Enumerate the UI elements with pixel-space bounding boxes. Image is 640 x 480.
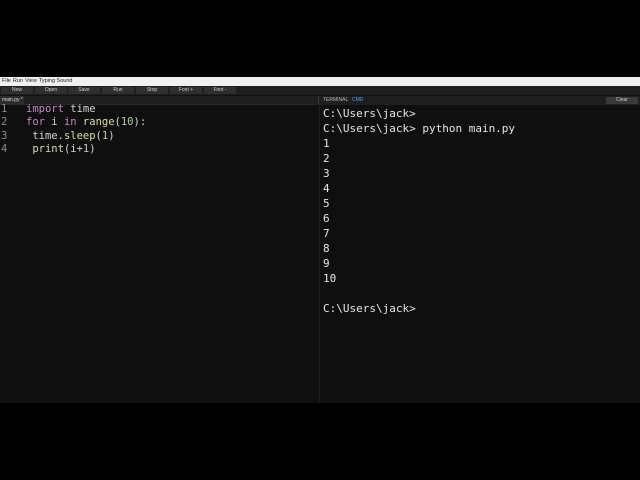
code-token: in xyxy=(63,116,77,128)
code-text: time.sleep(1) xyxy=(26,129,115,143)
code-token: ): xyxy=(133,116,147,128)
code-token: range xyxy=(82,116,115,128)
code-line: 4 print(i+1) xyxy=(0,142,318,156)
terminal-header: TERMINAL CMD Clear xyxy=(320,96,640,105)
line-number: 1 xyxy=(1,103,8,115)
terminal-line: 5 xyxy=(323,197,330,210)
menu-view[interactable]: View xyxy=(25,77,37,86)
menu-run[interactable]: Run xyxy=(13,77,23,86)
terminal-line: 4 xyxy=(323,182,330,195)
terminal-line: 6 xyxy=(323,212,330,225)
line-number: 4 xyxy=(1,143,8,155)
code-token: for xyxy=(26,116,45,128)
stop-button[interactable]: Stop xyxy=(136,87,168,94)
code-line: 3 time.sleep(1) xyxy=(0,129,318,143)
save-button[interactable]: Save xyxy=(68,87,100,94)
font-increase-button[interactable]: Font + xyxy=(170,87,202,94)
code-token: import xyxy=(26,103,64,115)
menu-typing-sound[interactable]: Typing Sound xyxy=(39,77,73,86)
terminal-line: C:\Users\jack> python main.py xyxy=(323,122,516,135)
code-token: sleep xyxy=(63,130,96,142)
terminal-output[interactable]: C:\Users\jack> C:\Users\jack> python mai… xyxy=(320,105,640,403)
editor-pane: main.py * 1 import time 2 for i in range… xyxy=(0,96,319,403)
code-text: print(i+1) xyxy=(26,142,96,156)
code-token: ) xyxy=(89,143,96,155)
terminal-line: 1 xyxy=(323,137,330,150)
font-decrease-button[interactable]: Font - xyxy=(204,87,236,94)
tab-terminal[interactable]: TERMINAL xyxy=(323,97,348,104)
code-line: 2 for i in range(10): xyxy=(0,115,318,129)
code-token: time xyxy=(63,103,96,115)
code-token: time. xyxy=(26,130,64,142)
code-token: i xyxy=(44,116,64,128)
code-editor-app: File Run View Typing Sound New Open Save… xyxy=(0,77,640,403)
toolbar: New Open Save Run Stop Font + Font - xyxy=(0,86,640,96)
terminal-line: 3 xyxy=(323,167,330,180)
code-text: for i in range(10): xyxy=(26,115,146,129)
code-token: ) xyxy=(108,130,115,142)
new-button[interactable]: New xyxy=(1,87,33,94)
terminal-line: 7 xyxy=(323,227,330,240)
terminal-line: 8 xyxy=(323,242,330,255)
terminal-line: 9 xyxy=(323,257,330,270)
tab-cmd[interactable]: CMD xyxy=(352,97,363,104)
run-button[interactable]: Run xyxy=(102,87,134,94)
code-line: 1 import time xyxy=(0,102,318,116)
terminal-pane: TERMINAL CMD Clear C:\Users\jack> C:\Use… xyxy=(320,96,640,403)
terminal-line: 10 xyxy=(323,272,337,285)
code-text: import time xyxy=(26,102,96,116)
open-button[interactable]: Open xyxy=(35,87,67,94)
menu-bar: File Run View Typing Sound xyxy=(0,77,640,86)
terminal-line: C:\Users\jack> xyxy=(323,107,416,120)
code-editor[interactable]: 1 import time 2 for i in range(10): 3 ti… xyxy=(0,102,319,403)
code-token: print xyxy=(32,143,64,155)
terminal-line: 2 xyxy=(323,152,330,165)
clear-button[interactable]: Clear xyxy=(606,97,638,104)
code-token: 10 xyxy=(120,116,134,128)
terminal-line: C:\Users\jack> xyxy=(323,302,416,315)
code-token: (i+ xyxy=(63,143,83,155)
line-number: 3 xyxy=(1,130,8,142)
line-number: 2 xyxy=(1,116,8,128)
menu-file[interactable]: File xyxy=(2,77,11,86)
